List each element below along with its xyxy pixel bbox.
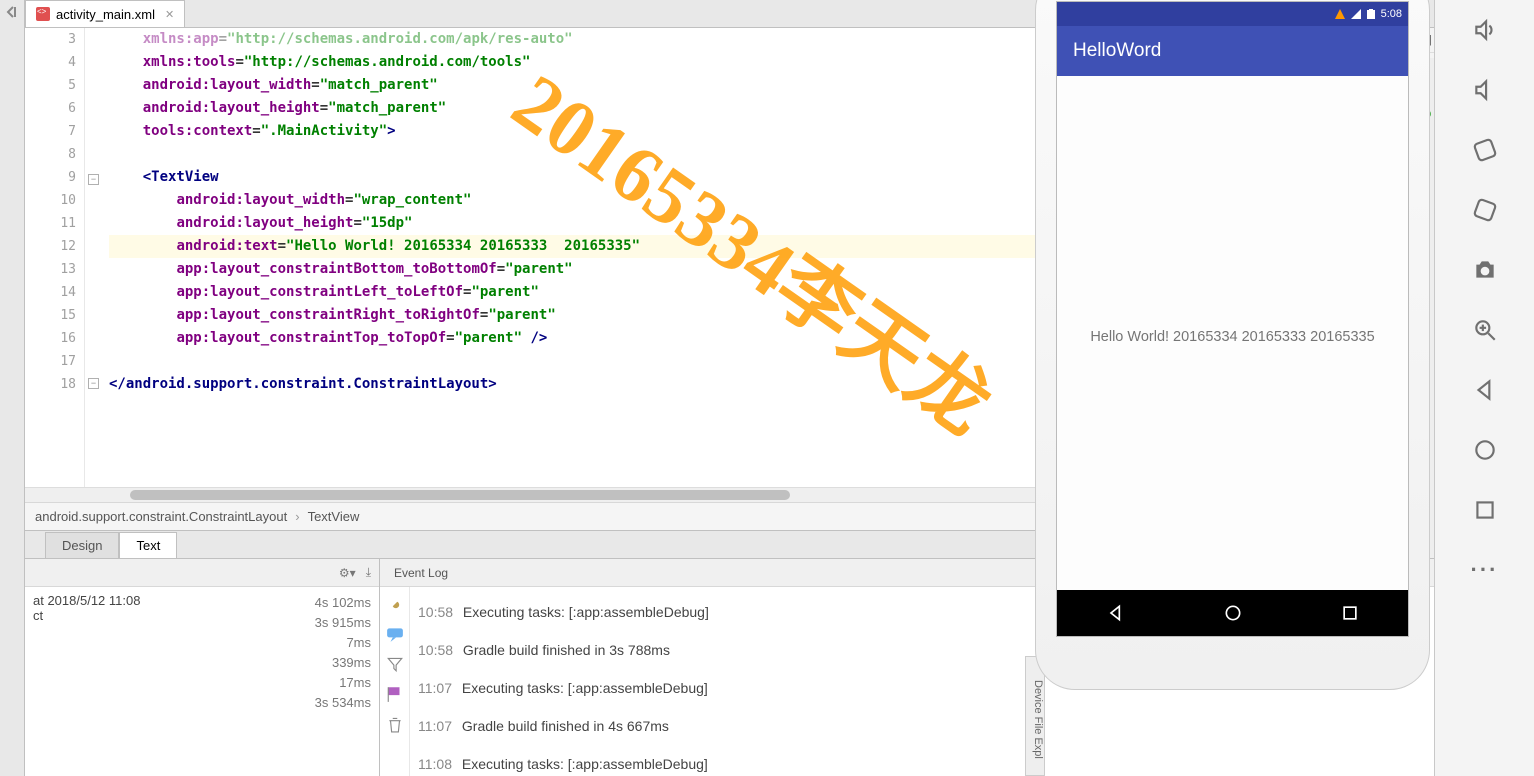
app-content: Hello World! 20165334 20165333 20165335 xyxy=(1057,84,1408,590)
build-duration: 3s 534ms xyxy=(315,693,371,713)
breadcrumb-item[interactable]: android.support.constraint.ConstraintLay… xyxy=(35,509,287,524)
trash-icon[interactable] xyxy=(386,715,404,733)
status-bar: 5:08 xyxy=(1057,2,1408,26)
rotate-right-icon[interactable] xyxy=(1469,194,1501,226)
flag-icon[interactable] xyxy=(386,685,404,703)
volume-up-icon[interactable] xyxy=(1469,14,1501,46)
fold-marker-icon[interactable]: − xyxy=(88,174,99,185)
chevron-right-icon: › xyxy=(295,509,299,524)
xml-file-icon xyxy=(36,7,50,21)
signal-icon xyxy=(1351,9,1361,19)
build-timestamp: at 2018/5/12 11:08 xyxy=(33,593,315,608)
rotate-left-icon[interactable] xyxy=(1469,134,1501,166)
event-log-title: Event Log xyxy=(388,566,448,580)
download-icon[interactable]: ⤓ xyxy=(366,565,371,580)
overview-icon[interactable] xyxy=(1469,494,1501,526)
filter-icon[interactable] xyxy=(386,655,404,673)
hello-world-text: Hello World! 20165334 20165333 20165335 xyxy=(1090,329,1374,345)
event-log-entry: 11:07 Gradle build finished in 4s 667ms xyxy=(418,707,1426,745)
build-duration: 4s 102ms xyxy=(315,593,371,613)
line-number-gutter: 3456789101112131415161718 xyxy=(25,28,85,487)
warning-icon xyxy=(1335,9,1345,19)
event-log-entry: 11:08 Executing tasks: [:app:assembleDeb… xyxy=(418,745,1426,776)
fold-marker-icon[interactable]: − xyxy=(88,378,99,389)
more-icon[interactable]: ··· xyxy=(1469,554,1501,586)
emulator-screen[interactable]: 5:08 HelloWord Hello World! 20165334 201… xyxy=(1056,1,1409,637)
home-icon[interactable] xyxy=(1469,434,1501,466)
emulator-device-frame: 5:08 HelloWord Hello World! 20165334 201… xyxy=(1035,0,1430,690)
gear-icon[interactable]: ⚙▾ xyxy=(339,566,356,580)
file-tab-label: activity_main.xml xyxy=(56,7,155,22)
back-icon[interactable] xyxy=(1469,374,1501,406)
camera-icon[interactable] xyxy=(1469,254,1501,286)
build-panel: ⚙▾ ⤓ at 2018/5/12 11:08 ct 4s 102ms3s 91… xyxy=(25,559,380,776)
breadcrumb-item[interactable]: TextView xyxy=(308,509,360,524)
file-tab-activity-main[interactable]: activity_main.xml ✕ xyxy=(25,0,185,27)
build-duration: 7ms xyxy=(315,633,371,653)
emulator-toolbar: ··· xyxy=(1434,0,1534,776)
app-title: HelloWord xyxy=(1073,40,1161,61)
scrollbar-thumb[interactable] xyxy=(130,490,790,500)
status-clock: 5:08 xyxy=(1381,8,1402,20)
nav-back-icon[interactable] xyxy=(1106,603,1126,623)
collapse-icon[interactable] xyxy=(5,5,19,19)
build-duration: 339ms xyxy=(315,653,371,673)
fold-column[interactable]: − − xyxy=(85,28,105,487)
app-bar: HelloWord xyxy=(1057,26,1408,76)
close-icon[interactable]: ✕ xyxy=(165,8,174,21)
left-tool-strip[interactable] xyxy=(0,0,25,776)
nav-bar xyxy=(1057,590,1408,636)
nav-overview-icon[interactable] xyxy=(1340,603,1360,623)
tab-design[interactable]: Design xyxy=(45,532,119,558)
wrench-icon[interactable] xyxy=(386,595,404,613)
zoom-icon[interactable] xyxy=(1469,314,1501,346)
tab-text[interactable]: Text xyxy=(119,532,177,558)
nav-home-icon[interactable] xyxy=(1223,603,1243,623)
balloon-icon[interactable] xyxy=(386,625,404,643)
build-sublabel: ct xyxy=(33,608,315,623)
build-duration: 3s 915ms xyxy=(315,613,371,633)
volume-down-icon[interactable] xyxy=(1469,74,1501,106)
build-duration: 17ms xyxy=(315,673,371,693)
battery-icon xyxy=(1367,9,1375,19)
